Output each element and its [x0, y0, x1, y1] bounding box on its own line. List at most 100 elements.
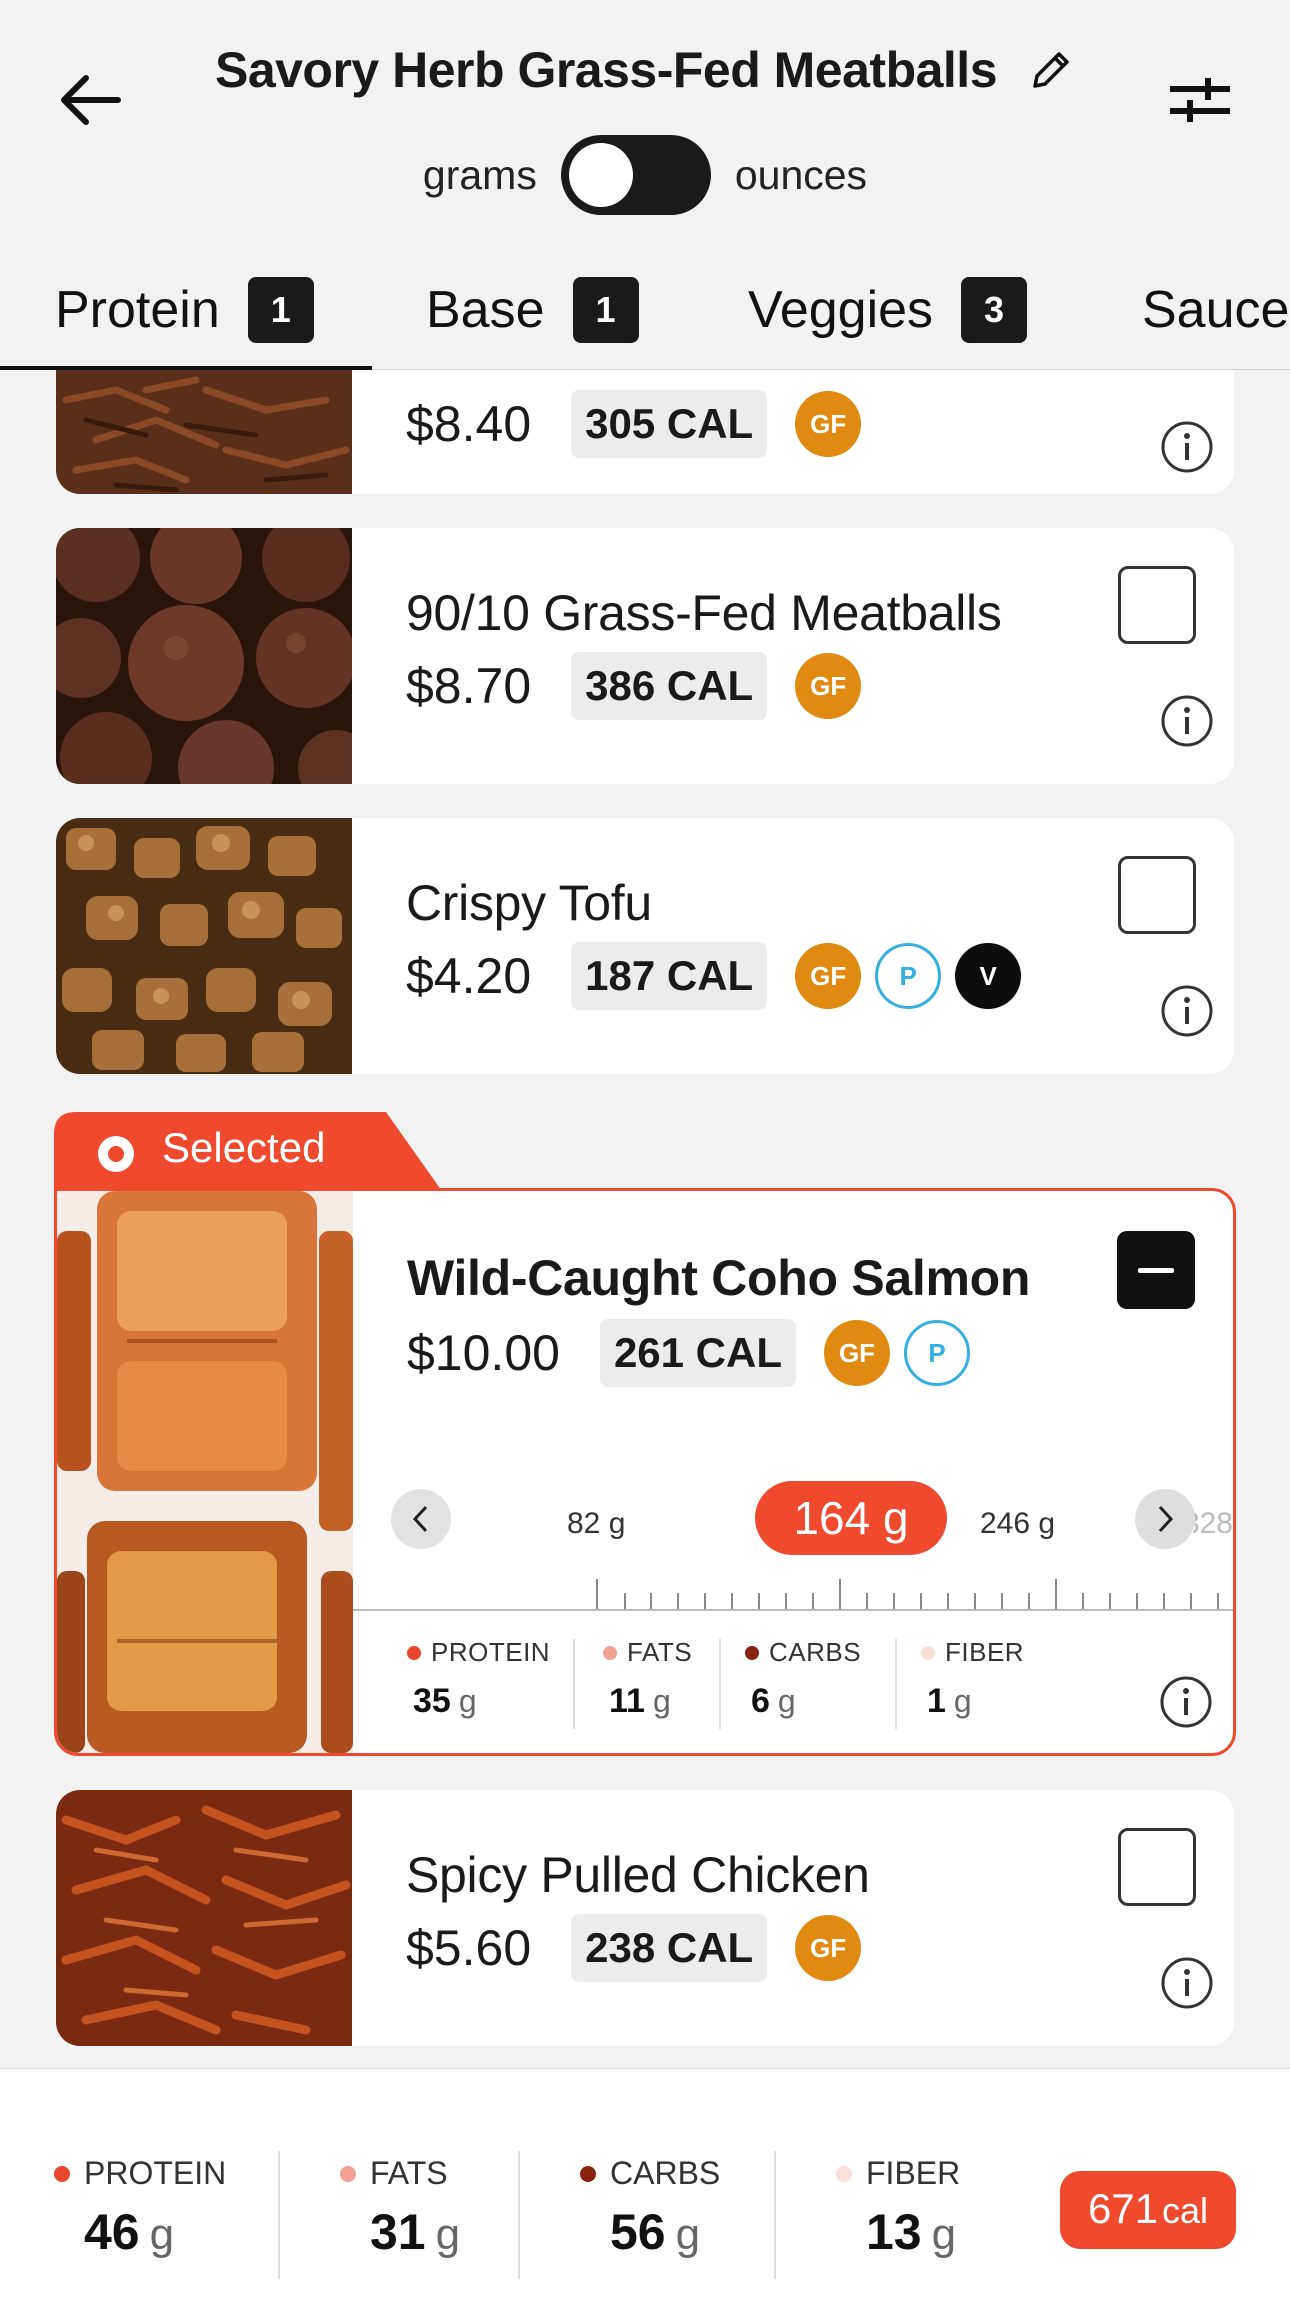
macro-value: 13	[866, 2204, 922, 2260]
remove-button[interactable]	[1117, 1231, 1195, 1309]
selected-list-item[interactable]: Wild-Caught Coho Salmon $10.00 261 CAL G…	[54, 1188, 1236, 1756]
tick-label: 82 g	[567, 1507, 626, 1540]
macro-fiber: FIBER 1g	[921, 1617, 1024, 1737]
divider	[573, 1639, 575, 1729]
pulled-beef-image	[56, 370, 352, 494]
macro-value: 35	[413, 1682, 451, 1720]
diet-badges: GF P	[824, 1320, 970, 1386]
macro-fats: FATS 11 g	[603, 1617, 692, 1737]
info-icon[interactable]	[1160, 420, 1214, 474]
info-icon[interactable]	[1160, 694, 1214, 748]
carbs-dot	[745, 1645, 759, 1660]
diet-badges: GF P V	[795, 943, 1022, 1009]
item-price: $8.70	[406, 658, 532, 714]
price-row: $10.00 261 CAL GF P	[407, 1319, 970, 1387]
fats-dot	[340, 2165, 356, 2182]
title-row: Savory Herb Grass-Fed Meatballs	[180, 32, 1110, 108]
macro-value: 31	[370, 2204, 426, 2260]
tab-veggies[interactable]: Veggies 3	[748, 250, 1028, 370]
tab-sauce[interactable]: Sauce	[1142, 250, 1289, 370]
chevron-left-icon	[412, 1505, 428, 1533]
select-checkbox[interactable]	[1118, 566, 1196, 644]
price-row: $8.40 305 CAL GF	[406, 390, 862, 458]
tick-label: 328 g	[1193, 1507, 1233, 1540]
carbs-dot	[580, 2165, 596, 2182]
macro-unit: g	[675, 2210, 701, 2259]
sliders-icon	[1170, 78, 1230, 122]
list-item[interactable]: Crispy Tofu $4.20 187 CAL GF P V	[56, 818, 1234, 1074]
gluten-free-badge: GF	[824, 1320, 890, 1386]
select-checkbox[interactable]	[1118, 1828, 1196, 1906]
units-toggle[interactable]	[560, 135, 711, 215]
gluten-free-badge: GF	[795, 943, 862, 1009]
vegan-badge: V	[955, 943, 1022, 1009]
macro-unit: g	[149, 2210, 175, 2259]
list-item[interactable]: 90/10 Grass-Fed Meatballs $8.70 386 CAL …	[56, 528, 1234, 784]
header: Savory Herb Grass-Fed Meatballs grams ou…	[0, 0, 1290, 370]
tab-label: Veggies	[748, 281, 934, 339]
card-body: Spicy Pulled Chicken $5.60 238 CAL GF	[406, 1790, 1234, 2046]
pencil-icon[interactable]	[1027, 46, 1075, 94]
decrease-portion-button[interactable]	[391, 1489, 451, 1549]
macro-label: FIBER	[866, 2155, 961, 2191]
item-name: Wild-Caught Coho Salmon	[407, 1250, 1031, 1306]
item-price: $5.60	[406, 1920, 532, 1976]
nutrition-totals-bar: PROTEIN 46 g FATS 31 g CARBS 56 g FIBER 13 g…	[0, 2068, 1290, 2323]
price-row: $4.20 187 CAL GF P V	[406, 942, 1022, 1010]
meatballs-image	[56, 528, 352, 784]
protein-badge: P	[904, 1320, 970, 1386]
diet-badges: GF	[795, 653, 862, 719]
portion-slider[interactable]: 82 g 164 g 246 g 328 g	[353, 1481, 1233, 1611]
fiber-dot	[836, 2165, 852, 2182]
divider	[774, 2151, 776, 2279]
item-name: 90/10 Grass-Fed Meatballs	[406, 585, 1002, 641]
arrow-left-icon	[61, 75, 121, 125]
item-list[interactable]: $8.40 305 CAL GF 90/10 Grass-Fed Meatbal	[0, 370, 1290, 2068]
select-checkbox[interactable]	[1118, 856, 1196, 934]
macro-protein: PROTEIN 35 g	[407, 1617, 550, 1737]
tick-label: 246 g	[980, 1507, 1056, 1540]
selected-radio-icon	[98, 1136, 134, 1172]
filter-button[interactable]	[1160, 60, 1240, 140]
info-icon[interactable]	[1160, 1956, 1214, 2010]
macro-carbs: CARBS 6g	[745, 1617, 861, 1737]
protein-badge: P	[875, 943, 942, 1009]
card-body: $8.40 305 CAL GF	[406, 370, 1234, 494]
price-row: $5.60 238 CAL GF	[406, 1914, 862, 1982]
calorie-chip: 238 CAL	[571, 1914, 768, 1982]
calorie-chip: 386 CAL	[571, 652, 768, 720]
category-tabs: Protein 1 Base 1 Veggies 3 Sauce	[0, 250, 1290, 370]
macro-unit: g	[458, 1683, 477, 1719]
macro-unit: g	[652, 1683, 671, 1719]
tab-base[interactable]: Base 1	[426, 250, 639, 370]
macro-label: PROTEIN	[84, 2155, 227, 2191]
back-button[interactable]	[50, 60, 130, 140]
tab-count-badge: 1	[247, 277, 314, 343]
tab-count-badge: 1	[572, 277, 639, 343]
pulled-chicken-image	[56, 1790, 352, 2046]
total-calories-badge[interactable]: 671 cal	[1060, 2171, 1236, 2249]
item-name: Crispy Tofu	[406, 875, 652, 931]
macro-unit: g	[953, 1683, 972, 1719]
tab-count-badge: 3	[961, 277, 1028, 343]
price-row: $8.70 386 CAL GF	[406, 652, 862, 720]
info-icon[interactable]	[1159, 1675, 1213, 1729]
tab-protein[interactable]: Protein 1	[55, 250, 314, 370]
macro-label: FATS	[627, 1637, 693, 1667]
list-item[interactable]: Spicy Pulled Chicken $5.60 238 CAL GF	[56, 1790, 1234, 2046]
macro-unit: g	[777, 1683, 796, 1719]
increase-portion-button[interactable]	[1135, 1489, 1195, 1549]
item-price: $10.00	[407, 1325, 560, 1381]
fats-dot	[603, 1645, 617, 1660]
list-item[interactable]: $8.40 305 CAL GF	[56, 370, 1234, 494]
calorie-chip: 187 CAL	[571, 942, 768, 1010]
macro-breakdown: PROTEIN 35 g FATS 11 g CARBS 6g FIBER 1g	[353, 1617, 1233, 1737]
divider	[719, 1639, 721, 1729]
salmon-image	[57, 1191, 353, 1753]
diet-badges: GF	[795, 1915, 862, 1981]
tab-label: Base	[426, 281, 545, 339]
calorie-chip: 305 CAL	[571, 390, 768, 458]
info-icon[interactable]	[1160, 984, 1214, 1038]
macro-value: 56	[610, 2204, 666, 2260]
gluten-free-badge: GF	[795, 653, 862, 719]
